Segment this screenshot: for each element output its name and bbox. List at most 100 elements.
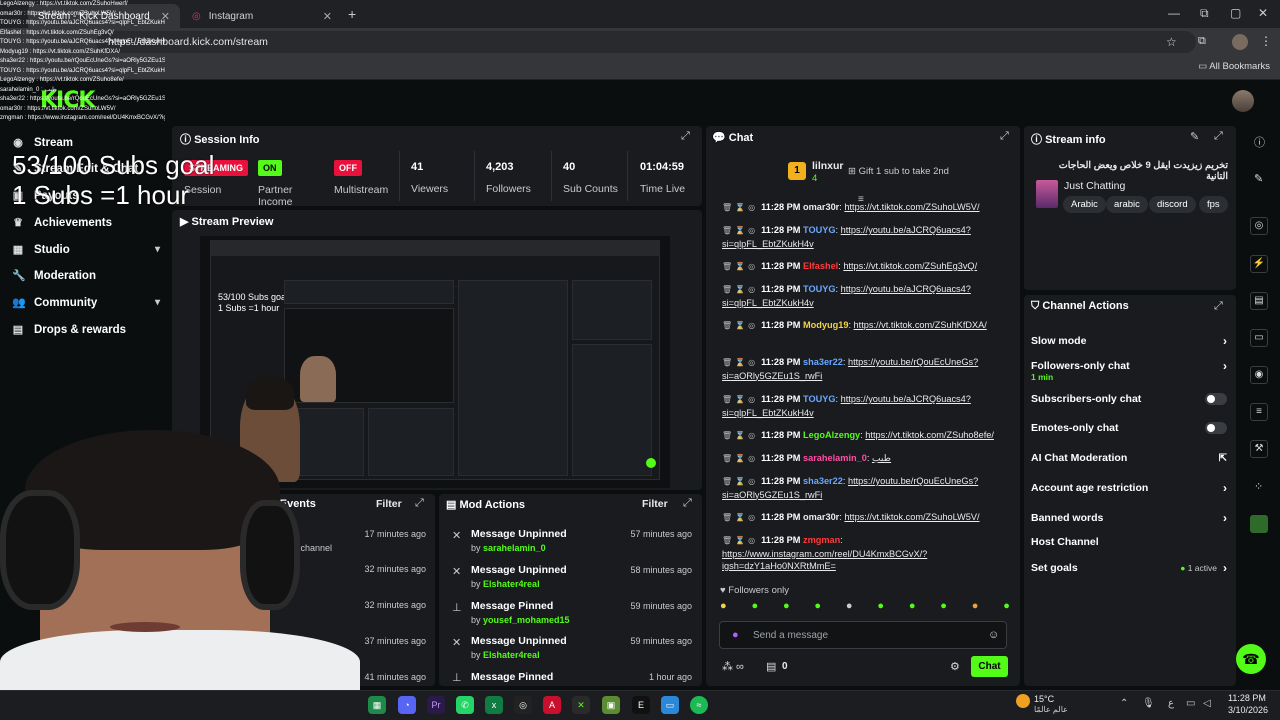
document-icon[interactable]: ▤ <box>1250 292 1268 310</box>
chat-input[interactable]: ● Send a message ☺ <box>719 621 1007 649</box>
chat-username[interactable]: TOUYG <box>803 394 836 404</box>
chat-message-text[interactable]: https://youtu.be/aJCRQ6uacs4?si=qlpFL_Eb… <box>722 284 971 308</box>
chat-message-text[interactable]: https://vt.tiktok.com/ZSuhEg3vQ/ <box>843 261 977 271</box>
capture-icon[interactable]: ◎ <box>1250 217 1268 235</box>
info-icon[interactable]: ⓘ <box>1254 134 1265 150</box>
expand-icon[interactable]: ⤢ <box>1000 130 1009 143</box>
obs-icon[interactable]: ◎ <box>514 696 532 714</box>
edit-icon[interactable]: ✎ <box>1190 130 1199 143</box>
network-icon[interactable]: ▭ <box>1186 698 1195 709</box>
expand-icon[interactable]: ⤢ <box>415 497 424 510</box>
chat-icon[interactable]: ▭ <box>1250 329 1268 347</box>
mod-tools-icon[interactable]: 🗑⌛◎ <box>722 513 758 522</box>
chat-message[interactable]: 🗑⌛◎ 11:28 PM TOUYG: https://youtu.be/aJCR… <box>718 283 1010 309</box>
mod-tools-icon[interactable]: 🗑⌛◎ <box>722 395 758 404</box>
window-menu-icon[interactable]: ▢ <box>1230 6 1241 20</box>
mod-tools-icon[interactable]: 🗑⌛◎ <box>722 203 758 212</box>
layers-icon[interactable]: ≡ <box>1250 403 1268 421</box>
action-followers-only[interactable]: Followers-only chat › <box>1031 359 1227 373</box>
expand-icon[interactable]: ⤢ <box>683 497 692 510</box>
chat-username[interactable]: TOUYG <box>803 225 836 235</box>
chat-username[interactable]: TOUYG <box>803 284 836 294</box>
toggle-switch[interactable] <box>1205 393 1227 405</box>
minimize-icon[interactable]: — <box>1168 6 1180 20</box>
mod-tools-icon[interactable]: 🗑⌛◎ <box>722 454 758 463</box>
spotify-icon[interactable]: ≈ <box>690 696 708 714</box>
chat-message[interactable]: 🗑⌛◎ 11:28 PM sha3er22: https://youtu.be/r… <box>718 356 1010 382</box>
close-icon[interactable]: ✕ <box>323 10 332 23</box>
shop-icon[interactable]: ▤ <box>766 660 776 673</box>
tray-chevron-icon[interactable]: ⌃ <box>1120 698 1128 709</box>
chat-message[interactable]: 🗑⌛◎ 11:28 PM Elfashel: https://vt.tiktok.… <box>718 260 1010 274</box>
action-emotes-only[interactable]: Emotes-only chat <box>1031 422 1227 434</box>
chat-message[interactable]: 🗑⌛◎ 11:28 PM LegoAlzengy: https://vt.tikt… <box>718 429 1010 443</box>
sidebar-item-drops[interactable]: ▤ Drops & rewards <box>12 323 160 337</box>
new-tab-button[interactable]: + <box>348 6 356 22</box>
chat-message-text[interactable]: https://vt.tiktok.com/ZSuhoLW5V/ <box>844 512 979 522</box>
settings-gear-icon[interactable]: ⚙ <box>950 660 960 673</box>
action-set-goals[interactable]: Set goals ● 1 active › <box>1031 561 1227 575</box>
language-icon[interactable]: ع <box>1168 698 1174 709</box>
emote[interactable]: ● <box>1003 600 1010 616</box>
mod-tools-icon[interactable]: 🗑⌛◎ <box>722 262 758 271</box>
chat-username[interactable]: Modyug19 <box>803 320 848 330</box>
action-host-channel[interactable]: Host Channel <box>1031 536 1227 548</box>
action-ai-moderation[interactable]: AI Chat Moderation ⇱ <box>1031 452 1227 464</box>
emote[interactable]: ● <box>814 600 821 616</box>
chat-username[interactable]: sha3er22 <box>803 476 843 486</box>
chat-message-text[interactable]: https://vt.tiktok.com/ZSuho8efe/ <box>865 430 994 440</box>
volume-icon[interactable]: ◁ <box>1203 698 1211 709</box>
mod-tools-icon[interactable]: 🗑⌛◎ <box>722 321 758 330</box>
profile-avatar[interactable] <box>1232 34 1248 50</box>
emote[interactable]: ● <box>972 600 979 616</box>
mod-tools-icon[interactable]: 🗑⌛◎ <box>722 358 758 367</box>
emoji-icon[interactable]: ☺ <box>988 629 999 641</box>
expand-icon[interactable]: ⤢ <box>1214 130 1223 143</box>
chat-message[interactable]: 🗑⌛◎ 11:28 PM Modyug19: https://vt.tiktok.… <box>718 319 1010 333</box>
kick-app-icon[interactable]: ✕ <box>572 696 590 714</box>
broadcast-icon[interactable]: ◉ <box>1250 366 1268 384</box>
lightning-icon[interactable]: ⚡ <box>1250 255 1268 273</box>
mod-tools-icon[interactable]: 🗑⌛◎ <box>722 477 758 486</box>
restore-icon[interactable]: ⧉ <box>1200 6 1209 21</box>
toggle-switch[interactable] <box>1205 422 1227 434</box>
bookmark-star-icon[interactable]: ☆ <box>1166 35 1177 49</box>
tab-instagram[interactable]: ◎ Instagram ✕ <box>182 4 342 28</box>
premiere-icon[interactable]: Pr <box>427 696 445 714</box>
filter-button[interactable]: Filter <box>376 498 402 510</box>
chat-message-text[interactable]: https://youtu.be/aJCRQ6uacs4?si=qlpFL_Eb… <box>722 394 971 418</box>
tag-chip[interactable]: Arabic <box>1063 196 1106 213</box>
mic-icon[interactable]: 🎙 <box>1142 698 1155 709</box>
chat-message[interactable]: 🗑⌛◎ 11:28 PM sarahelamin_0: طيب <box>718 452 1010 466</box>
epic-games-icon[interactable]: E <box>632 696 650 714</box>
emote[interactable]: ● <box>783 600 790 616</box>
tag-chip[interactable]: arabic <box>1106 196 1148 213</box>
category-name[interactable]: Just Chatting <box>1064 180 1125 192</box>
chat-message-text[interactable]: https://vt.tiktok.com/ZSuhKfDXA/ <box>854 320 987 330</box>
action-account-age[interactable]: Account age restriction › <box>1031 481 1227 495</box>
action-banned-words[interactable]: Banned words › <box>1031 511 1227 525</box>
chat-message[interactable]: 🗑⌛◎ 11:28 PM omar30r: https://vt.tiktok.c… <box>718 511 1010 525</box>
chat-message[interactable]: 🗑⌛◎ 11:28 PM sha3er22: https://youtu.be/r… <box>718 475 1010 501</box>
emote[interactable]: ● <box>846 600 853 616</box>
send-chat-button[interactable]: Chat <box>971 656 1008 677</box>
mod-tools-icon[interactable]: 🗑⌛◎ <box>722 536 758 545</box>
chat-message-text[interactable]: طيب <box>872 453 891 463</box>
sidebar-item-achievements[interactable]: ♛ Achievements <box>12 216 160 230</box>
app-shortcut-icon[interactable] <box>1250 515 1268 533</box>
more-menu-icon[interactable]: ⋮ <box>1260 34 1272 48</box>
sidebar-item-studio[interactable]: ▦ Studio ▾ <box>12 243 160 257</box>
chat-message[interactable]: 🗑⌛◎ 11:28 PM TOUYG: https://youtu.be/aJCR… <box>718 224 1010 250</box>
user-avatar[interactable] <box>1232 90 1254 112</box>
chat-message[interactable]: 🗑⌛◎ 11:28 PM omar30r: https://vt.tiktok.c… <box>718 201 1010 215</box>
infinity-points-icon[interactable]: ⁂ ∞ <box>722 660 744 673</box>
clock-date[interactable]: 3/10/2026 <box>1228 705 1268 715</box>
url-field[interactable]: https://dashboard.kick.com/stream <box>96 31 1196 53</box>
gift-sub-button[interactable]: ⊞ Gift 1 sub to take 2nd <box>848 166 949 177</box>
expand-icon[interactable]: ⤢ <box>1214 300 1223 313</box>
excel-icon[interactable]: x <box>485 696 503 714</box>
sidebar-item-community[interactable]: 👥 Community ▾ <box>12 296 160 310</box>
chat-username[interactable]: LegoAlzengy <box>803 430 860 440</box>
emote[interactable]: ● <box>940 600 947 616</box>
chat-username[interactable]: zmgman <box>803 535 840 545</box>
